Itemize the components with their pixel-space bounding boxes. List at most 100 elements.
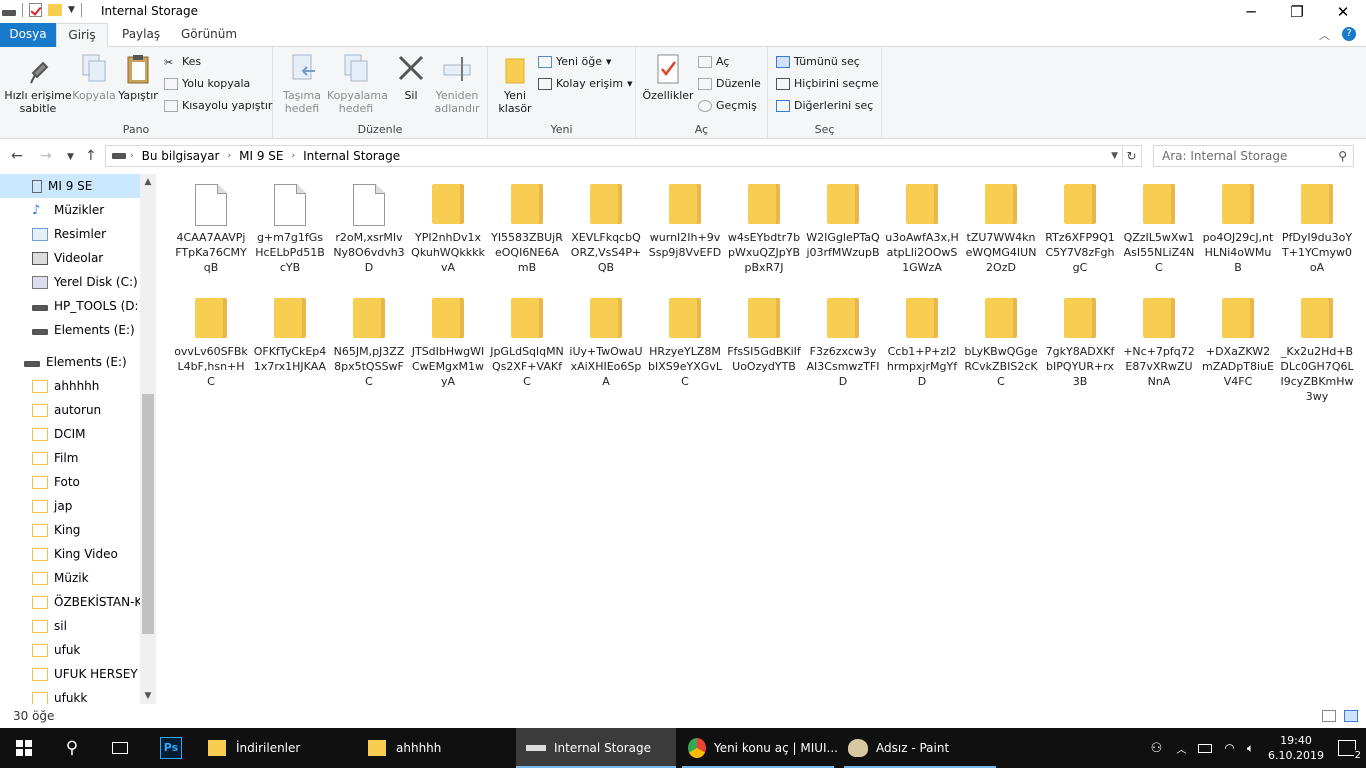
refresh-icon[interactable]: ↻ <box>1122 145 1142 167</box>
file-item[interactable]: g+m7g1fGsHcELbPd51BcYB <box>251 174 329 275</box>
notification-center-icon[interactable]: 2 <box>1338 740 1362 761</box>
quick-access-dropdown-icon[interactable]: ▼ <box>68 5 75 15</box>
easy-access-button[interactable]: Kolay erişim ▼ <box>538 77 632 90</box>
delete-button[interactable]: Sil <box>391 51 431 102</box>
photoshop-icon[interactable]: Ps <box>150 728 192 768</box>
paste-button[interactable]: Yapıştır <box>116 51 160 102</box>
folder-item[interactable]: JTSdIbHwgWICwEMgxM1wyA <box>409 288 487 389</box>
folder-item[interactable]: _Kx2u2Hd+BDLc0GH7Q6LI9cyZBKmHw3wy <box>1278 288 1356 404</box>
folder-item[interactable]: W2IGglePTaQj03rfMWzupB <box>804 174 882 260</box>
sidebar-scrollbar[interactable]: ▲ ▼ <box>140 174 156 704</box>
folder-item[interactable]: OFKfTyCkEp41x7rx1HJKAA <box>251 288 329 374</box>
address-bar[interactable]: › Bu bilgisayar › MI 9 SE › Internal Sto… <box>105 145 1123 167</box>
sidebar-item-folder[interactable]: Müzik <box>0 566 140 590</box>
taskbar-app-paint[interactable]: Adsız - Paint <box>840 728 1000 768</box>
paste-shortcut-button[interactable]: Kısayolu yapıştır <box>164 99 272 112</box>
sidebar-item-folder[interactable]: autorun <box>0 398 140 422</box>
start-button[interactable] <box>0 728 48 768</box>
close-button[interactable]: ✕ <box>1320 0 1366 23</box>
sidebar-item-folder[interactable]: UFUK HERSEY <box>0 662 140 686</box>
sidebar-item-pictures[interactable]: Resimler <box>0 222 140 246</box>
taskbar-app-ahhhhh[interactable]: ahhhhh <box>360 728 515 768</box>
battery-icon[interactable] <box>1198 743 1213 753</box>
wifi-icon[interactable]: ◠ <box>1224 741 1234 755</box>
clock[interactable]: 19:40 6.10.2019 <box>1268 733 1324 763</box>
properties-button[interactable]: Özellikler <box>640 51 696 102</box>
sidebar-item-folder[interactable]: ufuk <box>0 638 140 662</box>
scrollbar-thumb[interactable] <box>142 394 154 634</box>
folder-item[interactable]: Ccb1+P+zI2hrmpxjrMgYfD <box>883 288 961 389</box>
taskbar-app-downloads[interactable]: İndirilenler <box>200 728 360 768</box>
breadcrumb-current[interactable]: Internal Storage <box>303 149 400 163</box>
folder-item[interactable]: u3oAwfA3x,HatpLIi2OOwS1GWzA <box>883 174 961 275</box>
tab-file[interactable]: Dosya <box>0 23 56 47</box>
taskbar-app-chrome[interactable]: Yeni konu aç | MIUI... <box>678 728 838 768</box>
sidebar-item-elements-e-root[interactable]: Elements (E:) <box>0 350 140 374</box>
sidebar-item-folder[interactable]: sil <box>0 614 140 638</box>
folder-item[interactable]: po4OJ29cJ,ntHLNi4oWMuB <box>1199 174 1277 275</box>
minimize-button[interactable]: ─ <box>1228 0 1274 23</box>
folder-item[interactable]: JpGLdSqlqMNQs2XF+VAKfC <box>488 288 566 389</box>
volume-icon[interactable]: 🔈︎ <box>1247 741 1254 756</box>
maximize-button[interactable]: ❐ <box>1274 0 1320 23</box>
chevron-up-icon[interactable]: ︿ <box>1176 741 1186 756</box>
scroll-down-icon[interactable]: ▼ <box>140 688 156 704</box>
back-arrow-icon[interactable]: ← <box>11 148 23 164</box>
rename-button[interactable]: Yeniden adlandır <box>431 51 483 115</box>
details-view-icon[interactable] <box>1322 710 1336 722</box>
folder-item[interactable]: HRzyeYLZ8MbIXS9eYXGvLC <box>646 288 724 389</box>
tab-view[interactable]: Görünüm <box>171 23 247 47</box>
move-to-button[interactable]: Taşıma hedefi <box>277 51 327 115</box>
folder-item[interactable]: 7gkY8ADXKfbIPQYUR+rx3B <box>1041 288 1119 389</box>
folder-item[interactable]: N65JM,pJ3ZZ8px5tQSSwFC <box>330 288 408 389</box>
new-item-button[interactable]: Yeni öğe ▼ <box>538 55 611 68</box>
file-item[interactable]: r2oM,xsrMIvNy8O6vdvh3D <box>330 174 408 275</box>
folder-item[interactable]: FfsSI5GdBKiIfUoOzydYTB <box>725 288 803 374</box>
sidebar-item-folder[interactable]: ahhhhh <box>0 374 140 398</box>
collapse-ribbon-icon[interactable]: ︿ <box>1319 27 1330 43</box>
sidebar-item-hp-tools-d[interactable]: HP_TOOLS (D:) <box>0 294 140 318</box>
folder-item[interactable]: bLyKBwQGgeRCvkZBIS2cKC <box>962 288 1040 389</box>
folder-item[interactable]: F3z6zxcw3yAI3CsmwzTFID <box>804 288 882 389</box>
breadcrumb-device[interactable]: MI 9 SE <box>239 149 283 163</box>
folder-item[interactable]: XEVLFkqcbQORZ,VsS4P+QB <box>567 174 645 275</box>
folder-item[interactable]: QZzIL5wXw1AsI55NLiZ4NC <box>1120 174 1198 275</box>
folder-item[interactable]: w4sEYbdtr7bpWxuQZJpYBpBxR7J <box>725 174 803 275</box>
folder-item[interactable]: +DXaZKW2mZADpT8iuEV4FC <box>1199 288 1277 389</box>
tab-share[interactable]: Paylaş <box>112 23 170 47</box>
folder-item[interactable]: YI5583ZBUjReOQI6NE6AmB <box>488 174 566 275</box>
forward-arrow-icon[interactable]: → <box>40 148 52 164</box>
new-folder-button[interactable]: Yeni klasör <box>492 51 538 115</box>
breadcrumb-this-pc[interactable]: Bu bilgisayar <box>142 149 220 163</box>
cut-button[interactable]: ✂ Kes <box>164 55 201 69</box>
folder-item[interactable]: PfDyI9du3oYT+1YCmyw0oA <box>1278 174 1356 275</box>
folder-item[interactable]: wurnI2Ih+9vSsp9j8VvEFD <box>646 174 724 260</box>
taskbar-app-internal-storage[interactable]: Internal Storage <box>516 728 676 768</box>
folder-item[interactable]: +Nc+7pfq72E87vXRwZUNnA <box>1120 288 1198 389</box>
copy-path-button[interactable]: Yolu kopyala <box>164 77 250 90</box>
history-button[interactable]: Geçmiş <box>698 99 757 112</box>
edit-button[interactable]: Düzenle <box>698 77 761 90</box>
up-arrow-icon[interactable]: ↑ <box>85 148 97 164</box>
folder-item[interactable]: ovvLv60SFBkL4bF,hsn+HC <box>172 288 250 389</box>
sidebar-item-folder[interactable]: DCIM <box>0 422 140 446</box>
recent-locations-icon[interactable]: ▼ <box>67 152 74 162</box>
new-folder-quick-icon[interactable] <box>48 4 62 16</box>
sidebar-item-folder[interactable]: King Video <box>0 542 140 566</box>
sidebar-item-folder[interactable]: jap <box>0 494 140 518</box>
tab-home[interactable]: Giriş <box>56 23 108 47</box>
large-icons-view-icon[interactable] <box>1344 710 1358 722</box>
chevron-right-icon[interactable]: › <box>130 151 134 161</box>
sidebar-item-folder[interactable]: Foto <box>0 470 140 494</box>
open-button[interactable]: Aç <box>698 55 729 68</box>
folder-item[interactable]: tZU7WW4kneWQMG4IUN2OzD <box>962 174 1040 275</box>
chevron-right-icon[interactable]: › <box>228 151 232 161</box>
people-icon[interactable]: ⚇ <box>1151 741 1163 756</box>
sidebar-item-elements-e[interactable]: Elements (E:) <box>0 318 140 342</box>
copy-to-button[interactable]: Kopyalama hedefi <box>327 51 388 115</box>
copy-button[interactable]: Kopyala <box>72 51 116 102</box>
address-dropdown-icon[interactable]: ▼ <box>1111 151 1118 161</box>
file-item[interactable]: 4CAA7AAVPjFTpKa76CMYqB <box>172 174 250 275</box>
folder-item[interactable]: iUy+TwOwaUxAiXHIEo6SpA <box>567 288 645 389</box>
search-icon[interactable]: ⚲ <box>48 728 96 768</box>
